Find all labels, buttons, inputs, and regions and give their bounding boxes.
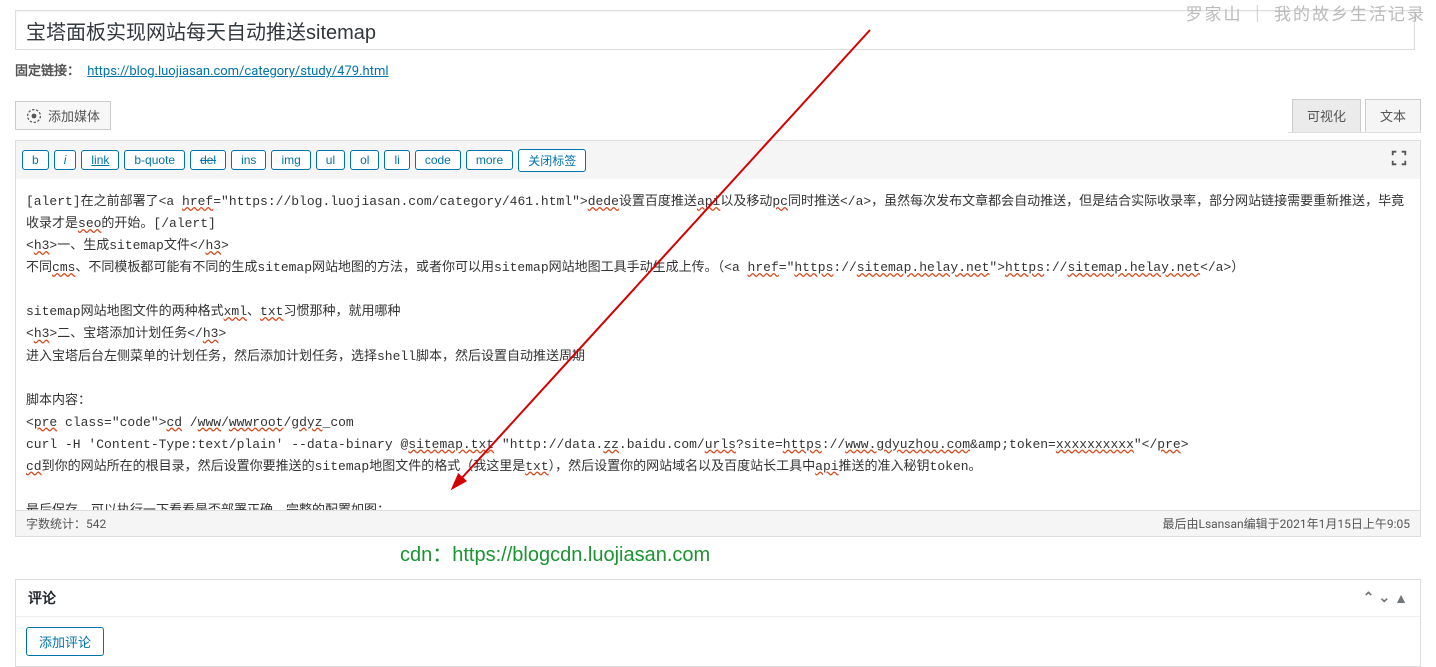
page-watermark: 罗家山 ｜ 我的故乡生活记录 <box>1186 0 1426 25</box>
qt-li[interactable]: li <box>384 150 409 170</box>
panel-collapse-icon[interactable]: ▲ <box>1394 590 1408 607</box>
camera-icon <box>26 108 42 124</box>
fullscreen-icon <box>1390 149 1408 167</box>
cdn-annotation: cdn：https://blogcdn.luojiasan.com <box>400 538 710 567</box>
panel-toggle-down-icon[interactable]: ⌄ <box>1378 590 1390 607</box>
qt-ol[interactable]: ol <box>350 150 379 170</box>
qt-link[interactable]: link <box>81 150 119 170</box>
last-edit-text: 最后由Lsansan编辑于2021年1月15日上午9:05 <box>1162 515 1410 532</box>
qt-bquote[interactable]: b-quote <box>124 150 185 170</box>
qt-ul[interactable]: ul <box>316 150 345 170</box>
tab-text[interactable]: 文本 <box>1365 99 1421 132</box>
qt-more[interactable]: more <box>466 150 513 170</box>
permalink-link[interactable]: https://blog.luojiasan.com/category/stud… <box>87 64 388 79</box>
add-media-button[interactable]: 添加媒体 <box>15 101 111 130</box>
word-count-value: 542 <box>86 517 106 531</box>
qt-close-tags[interactable]: 关闭标签 <box>518 149 586 172</box>
qt-img[interactable]: img <box>271 150 310 170</box>
editor-tabs: 可视化 文本 <box>1288 99 1421 133</box>
fullscreen-toggle[interactable] <box>1384 147 1414 173</box>
qt-italic[interactable]: i <box>54 150 77 170</box>
status-bar: 字数统计：542 最后由Lsansan编辑于2021年1月15日上午9:05 <box>15 511 1421 537</box>
comments-heading: 评论 <box>28 588 56 608</box>
quicktags-toolbar: b i link b-quote del ins img ul ol li co… <box>15 140 1421 179</box>
permalink-label: 固定链接： <box>15 64 80 79</box>
editor-textarea[interactable]: [alert]在之前部署了<a href="https://blog.luoji… <box>15 179 1421 511</box>
qt-bold[interactable]: b <box>22 150 49 170</box>
permalink-row: 固定链接： https://blog.luojiasan.com/categor… <box>15 60 1421 79</box>
comments-metabox: 评论 ⌃ ⌄ ▲ 添加评论 <box>15 579 1421 667</box>
qt-del[interactable]: del <box>190 150 226 170</box>
word-count-label: 字数统计： <box>26 517 86 531</box>
qt-ins[interactable]: ins <box>231 150 266 170</box>
qt-code[interactable]: code <box>415 150 461 170</box>
panel-toggle-up-icon[interactable]: ⌃ <box>1363 590 1375 607</box>
tab-visual[interactable]: 可视化 <box>1292 99 1361 132</box>
add-comment-button[interactable]: 添加评论 <box>26 627 104 656</box>
add-media-label: 添加媒体 <box>48 106 100 125</box>
